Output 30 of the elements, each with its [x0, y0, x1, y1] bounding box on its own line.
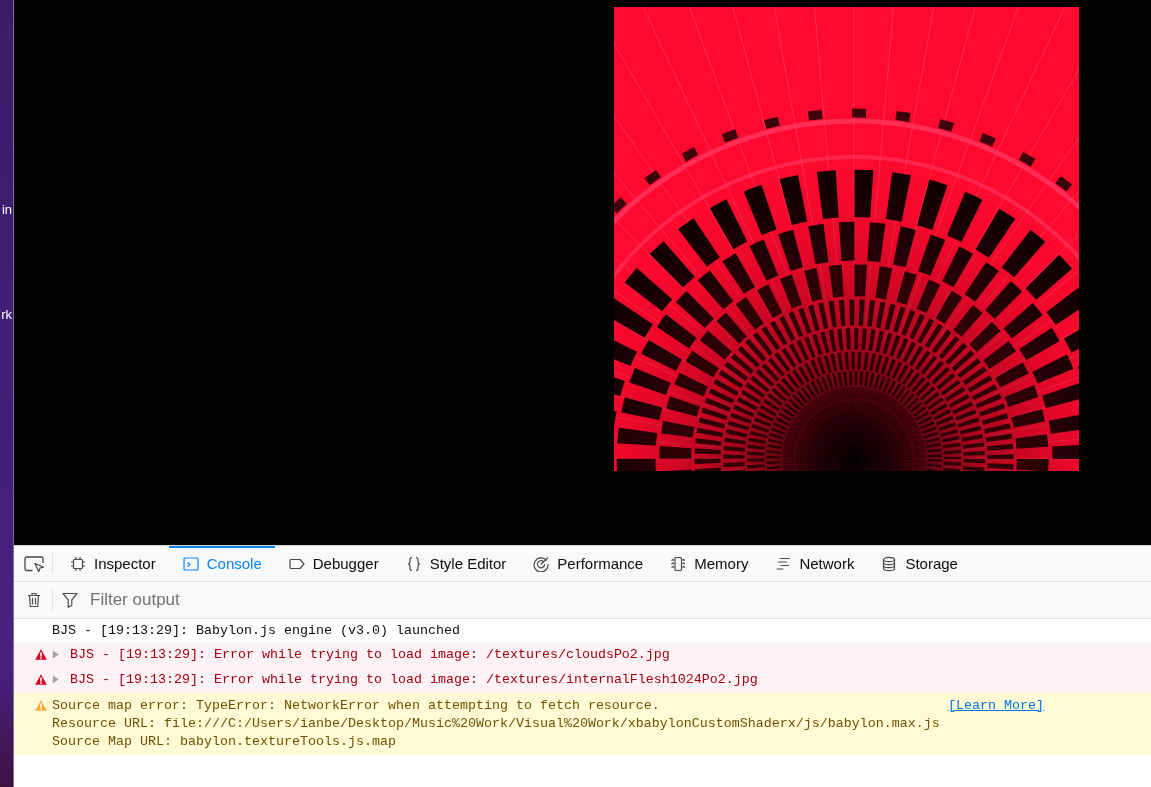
devtools-tab[interactable]: Performance [519, 546, 657, 581]
devtools-tab[interactable]: Inspector [56, 546, 169, 581]
braces-icon [405, 555, 422, 572]
log-message: BJS - [19:13:29]: Babylon.js engine (v3.0) launched [52, 622, 460, 640]
desktop-icon-label[interactable]: in [1, 202, 12, 218]
devtools-tab[interactable]: Console [168, 546, 275, 581]
warning-message: Source map error: TypeError: NetworkError when attempting to fetch resource. [52, 697, 660, 715]
devtools-tab[interactable]: Style Editor [391, 546, 520, 581]
square-ticks-icon [70, 555, 86, 572]
error-message: BJS - [19:13:29]: Error while trying to load image: /textures/internalFlesh1024Po2.jpg [70, 671, 758, 689]
funnel-icon [62, 592, 78, 608]
devtools-tab[interactable]: Memory [656, 546, 762, 581]
exclamation-triangle-icon [35, 700, 47, 711]
error-message: BJS - [19:13:29]: Error while trying to load image: /textures/cloudsPo2.jpg [70, 646, 670, 664]
database-icon [881, 555, 898, 572]
warning-message: Source Map URL: babylon.textureTools.js.map [52, 733, 396, 751]
exclamation-triangle-icon [35, 674, 47, 685]
warning-message: Resource URL: file:///C:/Users/ianbe/Desktop/Music%20Work/Visual%20Work/xbabylonCustomShaderx/js/babylon.max.js [52, 715, 940, 733]
memory-chip-icon [670, 555, 687, 572]
terminal-icon [182, 555, 199, 572]
cursor-box-icon [23, 555, 45, 572]
desktop-icon-label[interactable]: rk [1, 307, 12, 323]
exclamation-triangle-icon [35, 649, 47, 660]
devtools-tab[interactable]: Network [761, 546, 868, 581]
waterfall-lines-icon [775, 555, 792, 572]
trash-icon [26, 592, 42, 608]
devtools-tab[interactable]: Debugger [274, 546, 392, 581]
devtools-tab[interactable]: Storage [867, 546, 971, 581]
gauge-icon [533, 555, 550, 572]
learn-more-link[interactable]: [Learn More] [948, 697, 1044, 715]
